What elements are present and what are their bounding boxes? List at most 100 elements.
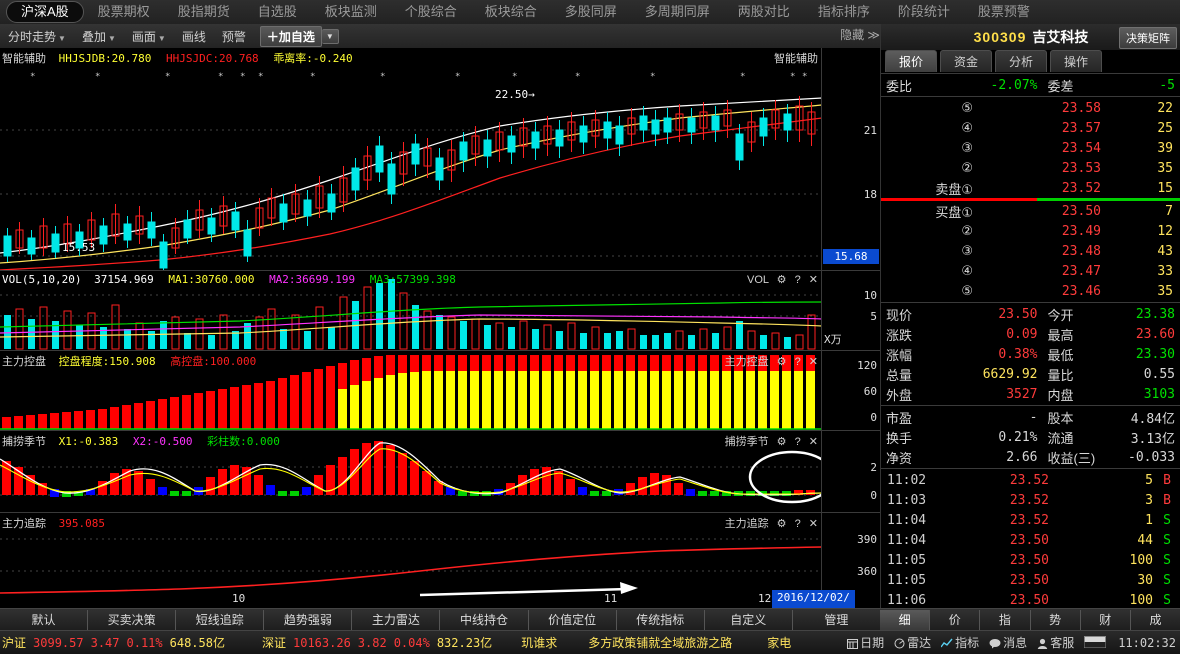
orderbook-ask-row[interactable]: ②23.5335 bbox=[881, 158, 1180, 178]
status-item-date[interactable]: 日期 bbox=[847, 634, 884, 652]
nav-item-7[interactable]: 多股同屏 bbox=[551, 1, 631, 23]
quote-btab-2[interactable]: 指 bbox=[980, 610, 1030, 630]
indicator-tab-2[interactable]: 短线追踪 bbox=[176, 610, 264, 630]
status-item-message[interactable]: 消息 bbox=[989, 634, 1027, 652]
track-field-1: 395.085 bbox=[59, 517, 105, 530]
quote-btab-0[interactable]: 细 bbox=[880, 610, 930, 630]
nav-item-11[interactable]: 阶段统计 bbox=[884, 1, 964, 23]
toolbar-item-timeshare[interactable]: 分时走势▼ bbox=[0, 28, 74, 45]
sz-index-label: 深证 bbox=[262, 634, 286, 651]
orderbook-bid-row[interactable]: ②23.4912 bbox=[881, 221, 1180, 241]
toolbar-item-screen[interactable]: 画面▼ bbox=[124, 28, 174, 45]
quote-btab-5[interactable]: 成 bbox=[1131, 610, 1180, 630]
indicator-tab-6[interactable]: 价值定位 bbox=[529, 610, 617, 630]
tick-row[interactable]: 11:0623.50100S bbox=[881, 590, 1180, 610]
help-icon[interactable]: ? bbox=[795, 274, 801, 286]
close-icon[interactable]: ✕ bbox=[809, 356, 818, 368]
gear-icon[interactable]: ⚙ bbox=[777, 356, 787, 368]
gear-icon[interactable]: ⚙ bbox=[777, 436, 787, 448]
main-price-pane[interactable]: 智能辅助 HHJSJDB:20.780 HHJSJDC:20.768 乖离率:-… bbox=[0, 48, 880, 270]
status-item-support[interactable]: 客服 bbox=[1037, 634, 1074, 652]
help-icon[interactable]: ? bbox=[795, 518, 801, 530]
gear-icon[interactable]: ⚙ bbox=[777, 274, 787, 286]
orderbook-bid-row[interactable]: ④23.4733 bbox=[881, 261, 1180, 281]
nav-item-4[interactable]: 板块监测 bbox=[311, 1, 391, 23]
divider bbox=[881, 468, 1180, 469]
nav-item-3[interactable]: 自选股 bbox=[244, 1, 311, 23]
status-item-radar[interactable]: 雷达 bbox=[894, 634, 931, 652]
orderbook-ask-row[interactable]: ③23.5439 bbox=[881, 138, 1180, 158]
status-item-indicator[interactable]: 指标 bbox=[941, 634, 979, 652]
season-catch-pane[interactable]: 捕捞季节 X1:-0.383 X2:-0.500 彩柱数:0.000 捕捞季节 … bbox=[0, 430, 880, 513]
tick-row[interactable]: 11:0523.5030S bbox=[881, 570, 1180, 590]
close-icon[interactable]: ✕ bbox=[809, 518, 818, 530]
svg-text:*: * bbox=[258, 72, 263, 82]
tick-row[interactable]: 11:0223.525B bbox=[881, 470, 1180, 490]
decision-matrix-button[interactable]: 决策矩阵 bbox=[1119, 27, 1177, 49]
sh-index-label: 沪证 bbox=[2, 634, 26, 651]
volume-pane[interactable]: VOL(5,10,20) 37154.969 MA1:30760.000 MA2… bbox=[0, 270, 880, 351]
quote-btab-1[interactable]: 价 bbox=[930, 610, 980, 630]
toolbar-item-overlay[interactable]: 叠加▼ bbox=[74, 28, 124, 45]
orderbook-bid-row[interactable]: ⑤23.4635 bbox=[881, 281, 1180, 301]
quote-tab-2[interactable]: 分析 bbox=[995, 50, 1047, 72]
bid-qty-1: 12 bbox=[1101, 224, 1180, 239]
nav-item-10[interactable]: 指标排序 bbox=[804, 1, 884, 23]
indicator-tab-7[interactable]: 传统指标 bbox=[617, 610, 705, 630]
price-pane-tools: 智能辅助 bbox=[769, 50, 818, 66]
nav-item-1[interactable]: 股票期权 bbox=[84, 1, 164, 23]
nav-item-12[interactable]: 股票预警 bbox=[964, 1, 1044, 23]
tick-row[interactable]: 11:0423.521S bbox=[881, 510, 1180, 530]
quote-tab-3[interactable]: 操作 bbox=[1050, 50, 1102, 72]
indicator-tab-4[interactable]: 主力雷达 bbox=[352, 610, 440, 630]
toolbar-item-drawline[interactable]: 画线 bbox=[174, 28, 214, 45]
control-pane-header: 主力控盘 控盘程度:150.908 高控盘:100.000 bbox=[2, 353, 256, 369]
indicator-tab-1[interactable]: 买卖决策 bbox=[88, 610, 176, 630]
track-field-0: 主力追踪 bbox=[2, 517, 46, 530]
orderbook-ask-row[interactable]: ⑤23.5822 bbox=[881, 98, 1180, 118]
quote-btab-3[interactable]: 势 bbox=[1031, 610, 1081, 630]
add-to-watchlist-button[interactable]: ＋加自选 bbox=[260, 26, 322, 47]
help-icon[interactable]: ? bbox=[795, 436, 801, 448]
indicator-tab-5[interactable]: 中线持仓 bbox=[440, 610, 528, 630]
indicator-tab-9[interactable]: 管理 bbox=[793, 610, 880, 630]
news-headline[interactable]: 多方政策铺就全域旅游之路 bbox=[588, 634, 732, 651]
nav-item-0[interactable]: 沪深A股 bbox=[6, 1, 84, 23]
tick-row[interactable]: 11:0523.50100S bbox=[881, 550, 1180, 570]
orderbook-ask-row[interactable]: ④23.5725 bbox=[881, 118, 1180, 138]
orderbook-ask-row[interactable]: 卖盘①23.5215 bbox=[881, 178, 1180, 198]
close-icon[interactable]: ✕ bbox=[809, 274, 818, 286]
hide-panel-button[interactable]: 隐藏 ≫ bbox=[840, 26, 880, 43]
ask-price-0: 23.58 bbox=[979, 101, 1101, 116]
nav-item-6[interactable]: 板块综合 bbox=[471, 1, 551, 23]
nav-item-5[interactable]: 个股综合 bbox=[391, 1, 471, 23]
gear-icon[interactable]: ⚙ bbox=[777, 518, 787, 530]
season-field-1: X1:-0.383 bbox=[59, 435, 119, 448]
tick-row[interactable]: 11:0423.5044S bbox=[881, 530, 1180, 550]
indicator-tab-0[interactable]: 默认 bbox=[0, 610, 88, 630]
control-axis: 120 60 0 bbox=[821, 351, 880, 431]
help-icon[interactable]: ? bbox=[795, 356, 801, 368]
ctrl-field-1: 控盘程度:150.908 bbox=[59, 355, 156, 368]
tick-row[interactable]: 11:0323.523B bbox=[881, 490, 1180, 510]
status-item-window[interactable] bbox=[1084, 635, 1108, 651]
orderbook-bid-row[interactable]: 买盘①23.507 bbox=[881, 201, 1180, 221]
add-to-watchlist-dropdown[interactable]: ▼ bbox=[322, 29, 339, 44]
price-plot[interactable]: *** *** *** *** *** bbox=[0, 48, 822, 270]
stat-label2-1: 最高 bbox=[1042, 325, 1104, 344]
indicator-tab-8[interactable]: 自定义 bbox=[705, 610, 793, 630]
quote-tab-0[interactable]: 报价 bbox=[885, 50, 937, 72]
nav-item-8[interactable]: 多周期同屏 bbox=[631, 1, 724, 23]
orderbook-bid-row[interactable]: ③23.4843 bbox=[881, 241, 1180, 261]
chart-area[interactable]: 智能辅助 HHJSJDB:20.780 HHJSJDC:20.768 乖离率:-… bbox=[0, 48, 880, 608]
quote-tab-1[interactable]: 资金 bbox=[940, 50, 992, 72]
toolbar-item-alert[interactable]: 预警 bbox=[214, 28, 254, 45]
quote-btab-4[interactable]: 财 bbox=[1081, 610, 1131, 630]
bid-qty-2: 43 bbox=[1101, 244, 1180, 259]
indicator-tab-3[interactable]: 趋势强弱 bbox=[264, 610, 352, 630]
svg-text:*: * bbox=[165, 72, 170, 82]
close-icon[interactable]: ✕ bbox=[809, 436, 818, 448]
main-control-pane[interactable]: 主力控盘 控盘程度:150.908 高控盘:100.000 主力控盘 ⚙ ? ✕ bbox=[0, 350, 880, 431]
nav-item-2[interactable]: 股指期货 bbox=[164, 1, 244, 23]
nav-item-9[interactable]: 两股对比 bbox=[724, 1, 804, 23]
